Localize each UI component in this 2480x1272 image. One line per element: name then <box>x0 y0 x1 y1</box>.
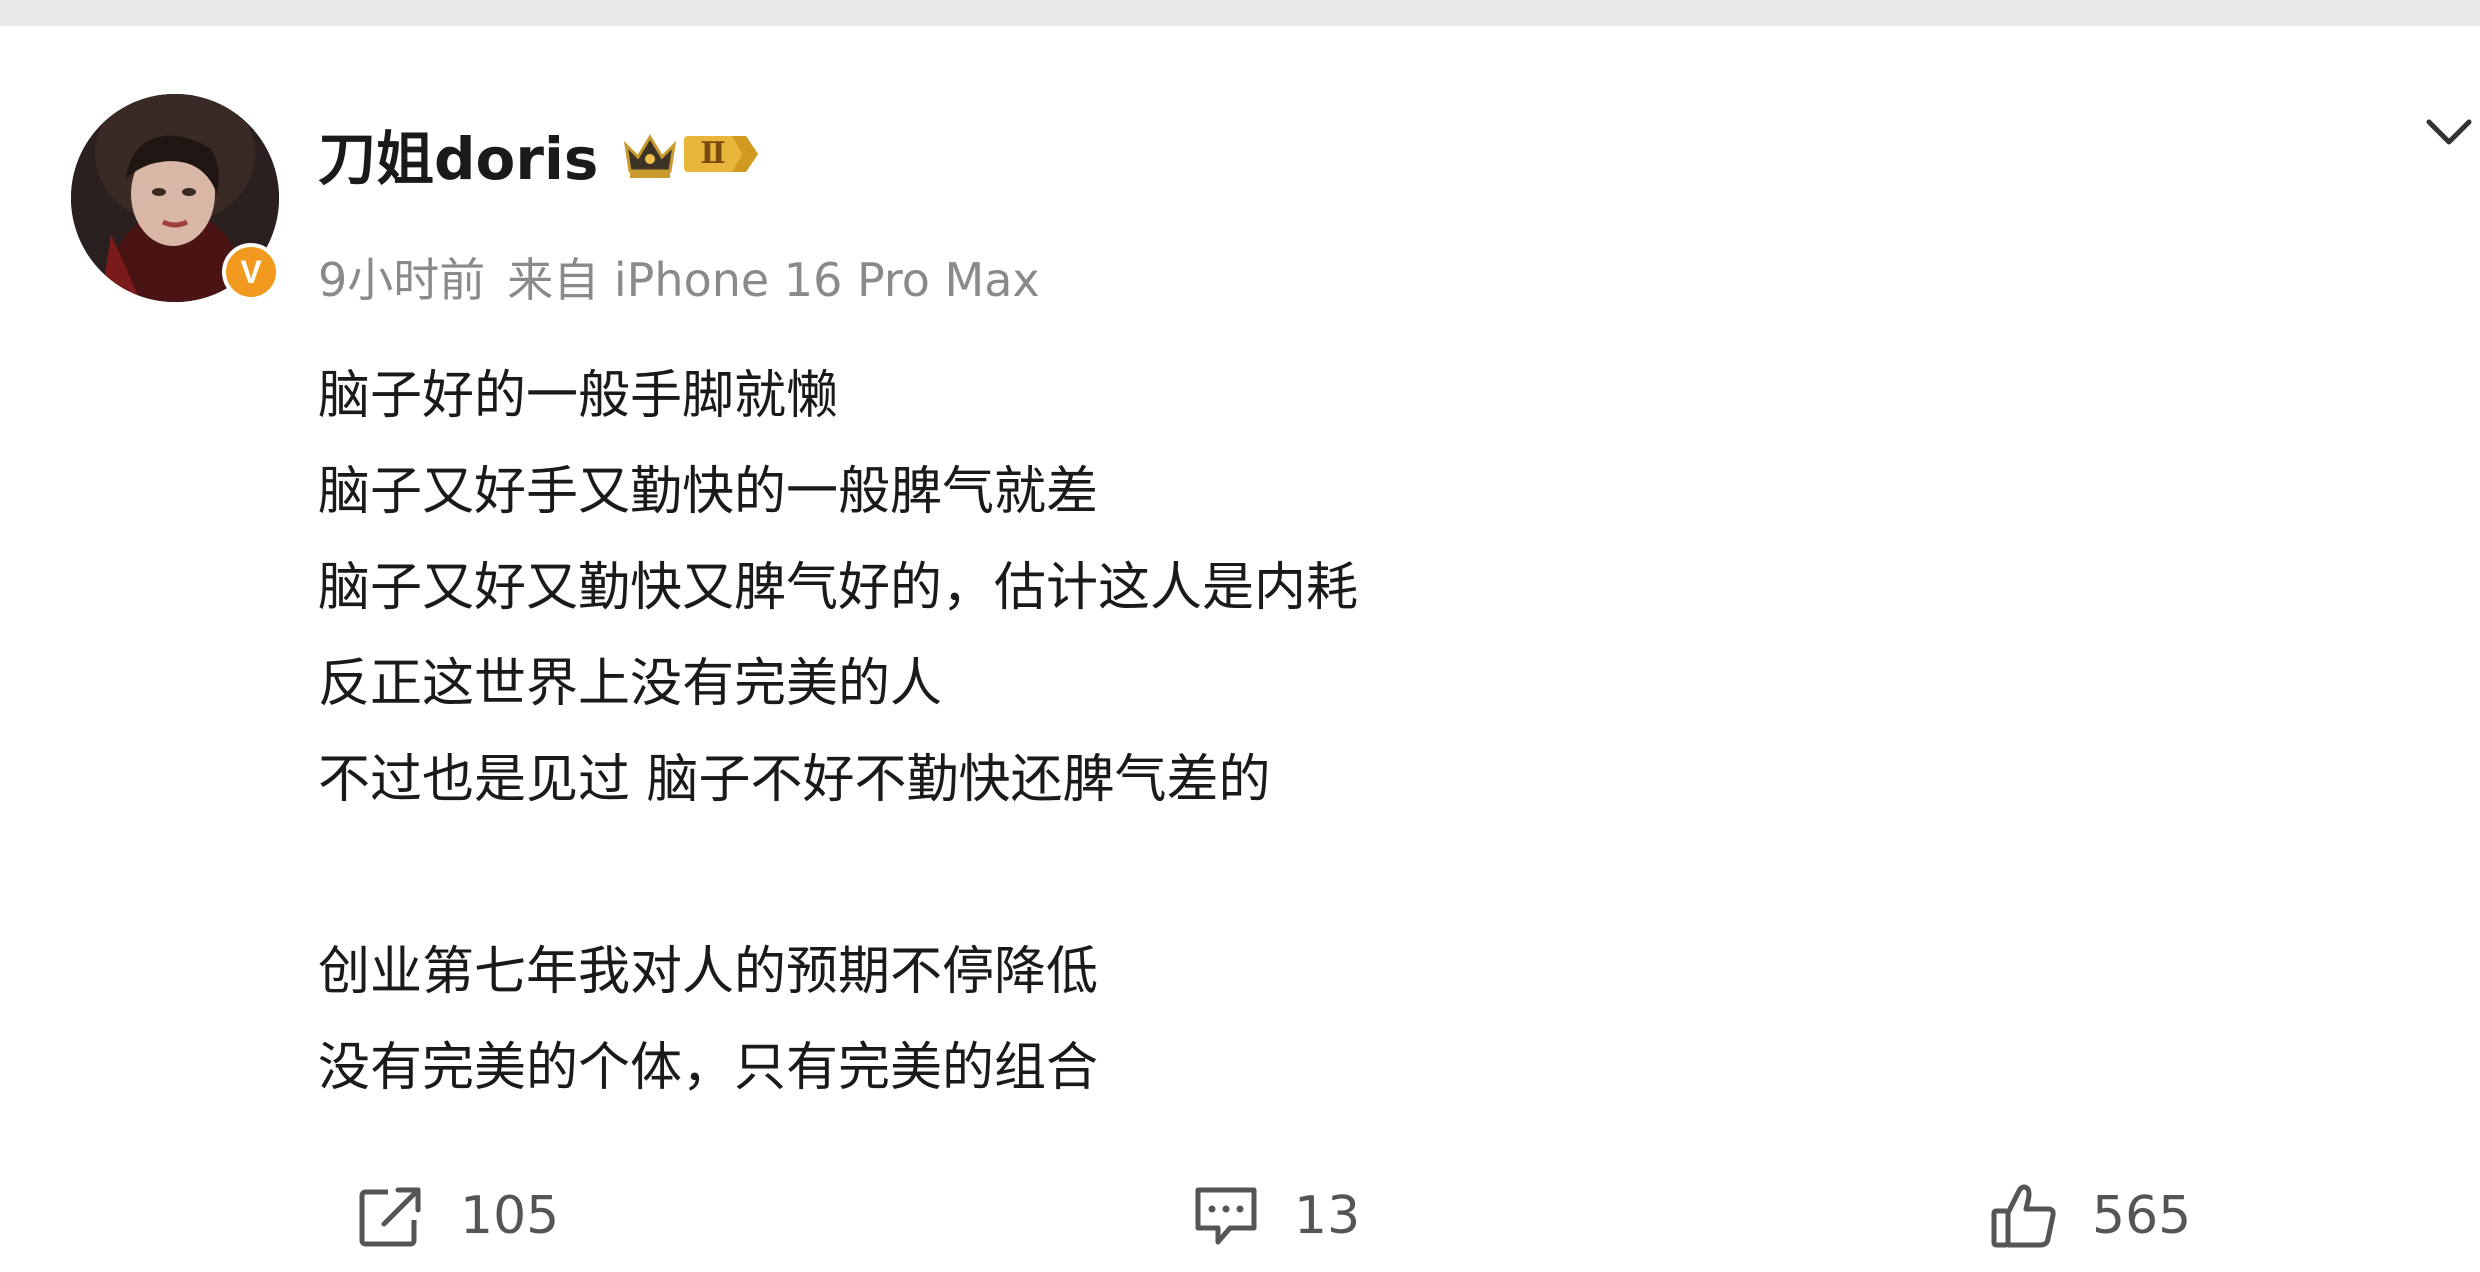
crown-icon[interactable] <box>620 127 680 181</box>
comment-icon <box>1195 1187 1257 1245</box>
comment-button[interactable]: 13 <box>1192 1174 1360 1258</box>
verified-badge: V <box>222 243 280 301</box>
post-time: 9小时前 <box>318 253 486 307</box>
post-source: 来自 iPhone 16 Pro Max <box>507 253 1040 307</box>
comment-count: 13 <box>1294 1186 1361 1246</box>
repost-button[interactable]: 105 <box>358 1174 559 1258</box>
content-line: 脑子又好又勤快又脾气好的，估计这人是内耗 <box>318 558 1359 618</box>
chevron-down-icon[interactable] <box>2424 114 2474 148</box>
content-line: 脑子好的一般手脚就懒 <box>318 366 839 426</box>
content-line: 没有完美的个体，只有完美的组合 <box>318 1038 1099 1098</box>
content-line: 不过也是见过 脑子不好不勤快还脾气差的 <box>318 750 1271 810</box>
share-icon <box>359 1187 421 1247</box>
author-row: 刀姐doris Ⅱ <box>318 118 760 193</box>
author-name[interactable]: 刀姐doris <box>318 112 598 196</box>
action-bar: 105 13 565 <box>0 1174 2480 1258</box>
content-line: 脑子又好手又勤快的一般脾气就差 <box>318 462 1099 522</box>
top-divider-strip <box>0 0 2480 26</box>
post-content: 脑子好的一般手脚就懒 脑子又好手又勤快的一般脾气就差 脑子又好又勤快又脾气好的，… <box>318 348 2318 1116</box>
post-meta: 9小时前 来自 iPhone 16 Pro Max <box>318 244 1040 310</box>
content-blank-line <box>318 828 2318 924</box>
like-count: 565 <box>2092 1186 2192 1246</box>
level-badge-icon[interactable]: Ⅱ <box>682 132 760 176</box>
content-line: 反正这世界上没有完美的人 <box>318 654 943 714</box>
content-line: 创业第七年我对人的预期不停降低 <box>318 942 1099 1002</box>
repost-count: 105 <box>460 1186 560 1246</box>
thumbs-up-icon <box>1991 1184 2056 1248</box>
level-badge-text: Ⅱ <box>700 136 726 171</box>
like-button[interactable]: 565 <box>1990 1174 2191 1258</box>
weibo-post-card: V 刀姐doris Ⅱ 9小时前 来自 iPhone 16 Pro Max 脑子好… <box>0 26 2480 1272</box>
